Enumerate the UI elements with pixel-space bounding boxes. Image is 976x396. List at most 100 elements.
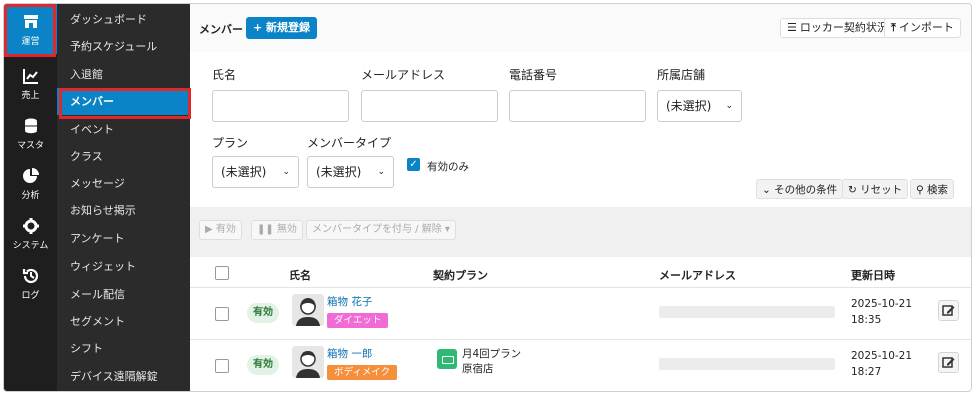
chevron-down-icon: ⌄ xyxy=(762,184,775,196)
status-badge: 有効 xyxy=(247,355,279,375)
updated-datetime: 2025-10-21 18:27 xyxy=(851,348,912,380)
new-member-button[interactable]: + 新規登録 xyxy=(246,17,318,39)
members-table: 氏名 契約プラン メールアドレス 更新日時 有効 箱物 花子 ダイエット 202… xyxy=(190,257,971,391)
edit-button[interactable] xyxy=(938,300,959,321)
nav-item-shifts[interactable]: シフト xyxy=(57,335,190,362)
nav-item-entry-exit[interactable]: 入退館 xyxy=(57,61,190,88)
rail-label: 分析 xyxy=(21,191,40,201)
nav-item-classes[interactable]: クラス xyxy=(57,143,190,170)
member-name-link[interactable]: 箱物 花子 xyxy=(327,294,372,309)
row-checkbox[interactable] xyxy=(215,307,229,321)
store-select[interactable]: (未選択) ⌄ xyxy=(657,90,742,122)
nav-item-messages[interactable]: メッセージ xyxy=(57,170,190,197)
nav-item-mail-delivery[interactable]: メール配信 xyxy=(57,281,190,308)
more-conditions-button[interactable]: ⌄ その他の条件 xyxy=(756,179,844,199)
rail-item-log[interactable]: ログ xyxy=(4,258,57,308)
nav-item-dashboard[interactable]: ダッシュボード xyxy=(57,6,190,33)
rail-item-sales[interactable]: 売上 xyxy=(4,58,57,108)
import-label: インポート xyxy=(898,21,954,34)
header-email: メールアドレス xyxy=(659,269,736,282)
nav-item-surveys[interactable]: アンケート xyxy=(57,225,190,252)
updated-time: 18:27 xyxy=(851,366,882,378)
chart-line-icon xyxy=(22,69,38,84)
store-icon xyxy=(23,15,38,28)
pause-icon: ❚❚ xyxy=(257,224,277,235)
reset-button[interactable]: ↻ リセット xyxy=(842,179,909,199)
member-type-select[interactable]: (未選択) ⌄ xyxy=(307,156,394,188)
sub-nav: ダッシュボード 予約スケジュール 入退館 メンバー イベント クラス メッセージ… xyxy=(57,4,190,391)
plan-select-value: (未選択) xyxy=(221,165,267,179)
chevron-down-icon: ⌄ xyxy=(282,167,290,177)
avatar-male xyxy=(292,346,324,378)
page-header: メンバー + 新規登録 ☰ ロッカー契約状況 ⤒ インポート xyxy=(190,4,971,52)
search-icon: ⚲ xyxy=(916,184,928,196)
row-checkbox[interactable] xyxy=(215,359,229,373)
upload-icon: ⤒ xyxy=(891,21,896,34)
history-icon xyxy=(22,268,38,284)
nav-item-reservation-schedule[interactable]: 予約スケジュール xyxy=(57,33,190,60)
email-label: メールアドレス xyxy=(361,68,446,82)
plan-label: プラン xyxy=(212,136,249,150)
email-placeholder xyxy=(659,306,835,318)
member-type-select-value: (未選択) xyxy=(316,165,362,179)
locker-status-button[interactable]: ☰ ロッカー契約状況 xyxy=(780,18,895,38)
name-input[interactable] xyxy=(212,90,349,122)
nav-item-segments[interactable]: セグメント xyxy=(57,308,190,335)
rail-item-system[interactable]: システム xyxy=(4,208,57,258)
updated-time: 18:35 xyxy=(851,314,882,326)
header-updated: 更新日時 xyxy=(851,269,895,282)
nav-item-members[interactable]: メンバー xyxy=(57,88,190,115)
rail-item-master[interactable]: マスタ xyxy=(4,108,57,158)
edit-icon xyxy=(942,357,955,368)
active-only-checkbox[interactable]: ✓ xyxy=(407,158,420,171)
plan-card-icon xyxy=(437,349,457,369)
rail-label: 売上 xyxy=(21,91,40,101)
list-icon: ☰ xyxy=(787,21,797,34)
more-conditions-label: その他の条件 xyxy=(774,184,838,196)
new-member-label: 新規登録 xyxy=(266,21,311,34)
plan-store: 原宿店 xyxy=(462,363,494,375)
edit-button[interactable] xyxy=(938,352,959,373)
rail-item-analytics[interactable]: 分析 xyxy=(4,158,57,208)
edit-icon xyxy=(942,305,955,316)
rail-label: 運営 xyxy=(21,37,40,47)
phone-label: 電話番号 xyxy=(509,68,558,82)
search-button[interactable]: ⚲ 検索 xyxy=(910,179,955,199)
member-type-tag: ダイエット xyxy=(327,313,389,328)
active-only-label: 有効のみ xyxy=(427,161,469,173)
locker-status-label: ロッカー契約状況 xyxy=(799,21,888,34)
updated-date: 2025-10-21 xyxy=(851,350,913,362)
email-placeholder xyxy=(659,358,835,370)
disable-label: 無効 xyxy=(276,224,297,235)
rail-label: システム xyxy=(12,241,49,251)
email-input[interactable] xyxy=(361,90,498,122)
table-row[interactable]: 有効 箱物 一郎 ボディメイク 月4回プラン 原宿店 2025-10-21 18:… xyxy=(190,339,971,391)
import-button[interactable]: ⤒ インポート xyxy=(884,18,961,38)
name-label: 氏名 xyxy=(212,68,237,82)
select-all-checkbox[interactable] xyxy=(215,266,229,280)
enable-label: 有効 xyxy=(215,224,236,235)
play-icon: ▶ xyxy=(205,224,216,235)
phone-input[interactable] xyxy=(509,90,646,122)
nav-item-widgets[interactable]: ウィジェット xyxy=(57,253,190,280)
icon-rail: 運営 売上 マスタ 分析 システム ログ xyxy=(4,4,57,391)
disable-button[interactable]: ❚❚ 無効 xyxy=(251,220,303,240)
nav-item-notices[interactable]: お知らせ掲示 xyxy=(57,197,190,224)
nav-item-remote-unlock[interactable]: デバイス遠隔解錠 xyxy=(57,363,190,390)
nav-item-events[interactable]: イベント xyxy=(57,116,190,143)
plan-select[interactable]: (未選択) ⌄ xyxy=(212,156,299,188)
header-name: 氏名 xyxy=(289,269,311,282)
pie-chart-icon xyxy=(22,168,39,183)
updated-date: 2025-10-21 xyxy=(851,298,913,310)
member-type-action-button[interactable]: メンバータイプを付与 / 解除 ▾ xyxy=(306,220,456,240)
bulk-actions: ▶ 有効 ❚❚ 無効 メンバータイプを付与 / 解除 ▾ xyxy=(190,207,971,257)
rail-item-operations[interactable]: 運営 xyxy=(4,4,57,54)
search-label: 検索 xyxy=(927,184,949,196)
female-avatar-icon xyxy=(296,298,320,326)
store-select-value: (未選択) xyxy=(666,99,712,113)
enable-button[interactable]: ▶ 有効 xyxy=(199,220,242,240)
table-row[interactable]: 有効 箱物 花子 ダイエット 2025-10-21 18:35 xyxy=(190,287,971,339)
member-name-link[interactable]: 箱物 一郎 xyxy=(327,346,372,361)
caret-down-icon: ▾ xyxy=(441,224,450,235)
checkmark-icon: ✓ xyxy=(409,159,418,170)
